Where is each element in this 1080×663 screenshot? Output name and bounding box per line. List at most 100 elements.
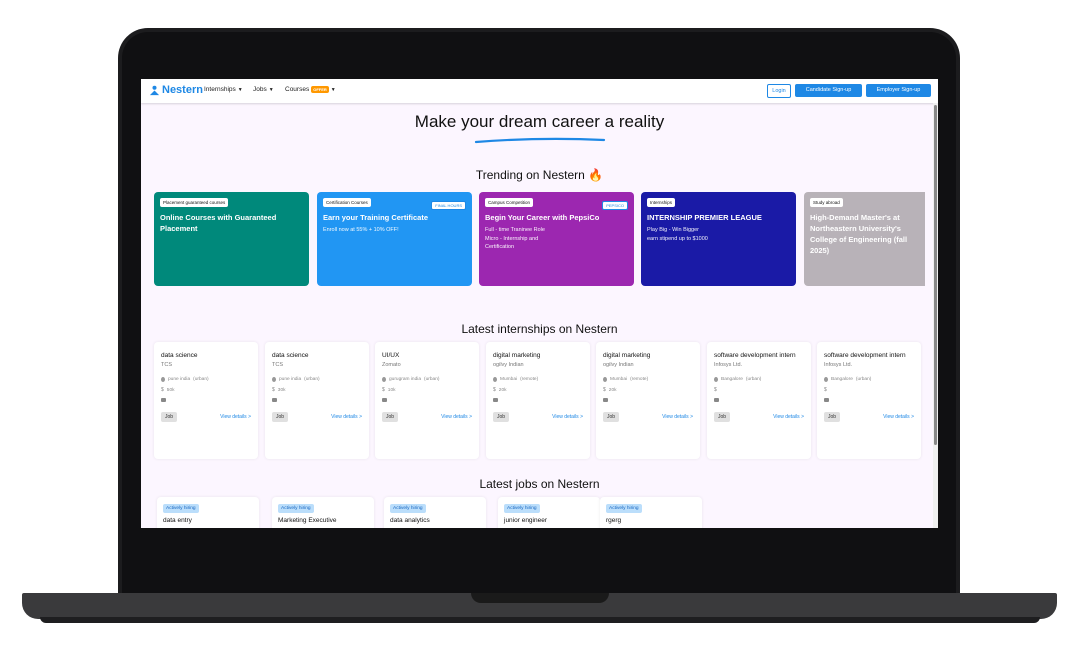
internship-card[interactable]: digital marketing ogilvy Indian Mumbai (… — [596, 342, 700, 459]
internship-mode: (remote) — [630, 377, 649, 382]
laptop-base-shadow — [40, 617, 1040, 623]
courses-offer-badge: OFFER — [311, 86, 329, 93]
job-tag: Job — [714, 412, 731, 422]
logo[interactable]: Nestern — [149, 84, 203, 96]
view-details-link[interactable]: View details > — [441, 414, 472, 420]
internship-role: software development intern — [714, 352, 796, 359]
internship-card[interactable]: data science TCS pune india (urban) $ 30… — [265, 342, 369, 459]
dollar-icon: $ — [603, 387, 606, 393]
location-pin-icon — [714, 377, 718, 382]
internship-role: UI/UX — [382, 352, 400, 359]
trending-card-badge: PEPSICO — [602, 201, 628, 210]
job-card[interactable]: Actively hiring Marketing Executive — [272, 497, 374, 528]
job-card[interactable]: Actively hiring junior engineer — [498, 497, 600, 528]
trending-card[interactable]: Certification Courses FINAL HOURS Earn y… — [317, 192, 472, 286]
top-navbar: Nestern Internships ▼ Jobs ▼ Courses OFF… — [141, 79, 938, 103]
internship-stipend-row: $ — [714, 387, 720, 393]
internship-location: Bangalore — [831, 377, 853, 382]
internship-stipend: 20k — [608, 387, 617, 393]
internship-mode: (remote) — [520, 377, 539, 382]
trending-card-tag: Study abroad — [810, 198, 843, 207]
internship-company: Infosys Ltd. — [714, 362, 743, 368]
scrollbar-thumb[interactable] — [934, 105, 937, 445]
trending-card[interactable]: Internships INTERNSHIP PREMIER LEAGUE Pl… — [641, 192, 796, 286]
job-tag: Job — [382, 412, 399, 422]
internship-type-row — [272, 398, 277, 402]
internship-card[interactable]: software development intern Infosys Ltd.… — [707, 342, 811, 459]
employer-signup-button[interactable]: Employer Sign-up — [866, 84, 931, 97]
actively-hiring-badge: Actively hiring — [278, 504, 314, 513]
view-details-link[interactable]: View details > — [552, 414, 583, 420]
dollar-icon: $ — [493, 387, 496, 393]
internship-location: Mumbai — [500, 377, 518, 382]
trending-card[interactable]: Campus Competition PEPSICO Begin Your Ca… — [479, 192, 634, 286]
dollar-icon: $ — [824, 387, 827, 393]
internship-type-row — [714, 398, 719, 402]
trending-card-tag: Placement guaranteed courses — [160, 198, 229, 207]
trending-card-title: High-Demand Master's at Northeastern Uni… — [810, 213, 908, 255]
location-pin-icon — [824, 377, 828, 382]
internship-company: Infosys Ltd. — [824, 362, 853, 368]
view-details-link[interactable]: View details > — [662, 414, 693, 420]
internship-type-row — [824, 398, 829, 402]
logo-text: Nestern — [162, 84, 203, 96]
actively-hiring-badge: Actively hiring — [504, 504, 540, 513]
job-tag: Job — [161, 412, 178, 422]
nav-courses[interactable]: Courses OFFER ▼ — [285, 86, 336, 93]
internship-type-row — [603, 398, 608, 402]
internship-mode: (urban) — [424, 377, 440, 382]
actively-hiring-badge: Actively hiring — [390, 504, 426, 513]
briefcase-icon — [603, 398, 608, 402]
internship-card[interactable]: digital marketing ogilvy Indian Mumbai (… — [486, 342, 590, 459]
actively-hiring-badge: Actively hiring — [163, 504, 199, 513]
internship-mode: (urban) — [745, 377, 762, 382]
candidate-signup-button[interactable]: Candidate Sign-up — [795, 84, 862, 97]
trending-card-subtitle: Enroll now at 55% + 10% OFF! — [323, 227, 399, 233]
internship-card[interactable]: UI/UX Zomato gurugram india (urban) $ 10… — [375, 342, 479, 459]
internship-stipend-row: $ 20k — [493, 387, 507, 393]
internship-location-row: Mumbai (remote) — [493, 377, 538, 382]
view-details-link[interactable]: View details > — [773, 414, 804, 420]
internship-location-row: pune india (urban) — [161, 377, 209, 382]
internship-company: ogilvy Indian — [493, 362, 524, 368]
internship-type-row — [493, 398, 498, 402]
view-details-link[interactable]: View details > — [883, 414, 914, 420]
internship-role: digital marketing — [603, 352, 651, 359]
briefcase-icon — [382, 398, 387, 402]
internship-role: digital marketing — [493, 352, 541, 359]
internship-card[interactable]: data science TCS pune india (urban) $ 50… — [154, 342, 258, 459]
job-title: junior engineer — [504, 517, 548, 524]
trending-card-tag: Internships — [647, 198, 676, 207]
briefcase-icon — [824, 398, 829, 402]
trending-card[interactable]: Placement guaranteed courses Online Cour… — [154, 192, 309, 286]
nav-courses-label: Courses — [285, 86, 310, 93]
dollar-icon: $ — [161, 387, 164, 393]
job-card[interactable]: Actively hiring data entry — [157, 497, 259, 528]
internship-role: data science — [272, 352, 309, 359]
nav-internships[interactable]: Internships ▼ — [204, 86, 243, 93]
internship-card[interactable]: software development intern Infosys Ltd.… — [817, 342, 921, 459]
internship-location-row: Bangalore (urban) — [824, 377, 871, 382]
nav-jobs[interactable]: Jobs ▼ — [253, 86, 274, 93]
internship-company: Zomato — [382, 362, 401, 368]
job-tag: Job — [603, 412, 620, 422]
job-card[interactable]: Actively hiring rgerg — [600, 497, 702, 528]
internship-mode: (urban) — [855, 377, 872, 382]
location-pin-icon — [382, 377, 386, 382]
view-details-link[interactable]: View details > — [220, 414, 251, 420]
internship-stipend-row: $ — [824, 387, 830, 393]
logo-icon — [149, 85, 160, 95]
nav-internships-label: Internships — [204, 86, 236, 93]
briefcase-icon — [272, 398, 277, 402]
browser-screen: Nestern Internships ▼ Jobs ▼ Courses OFF… — [141, 79, 938, 528]
job-title: data entry — [163, 517, 192, 524]
trending-card-badge: FINAL HOURS — [431, 201, 466, 210]
login-button[interactable]: Login — [767, 84, 791, 98]
job-card[interactable]: Actively hiring data analytics — [384, 497, 486, 528]
view-details-link[interactable]: View details > — [331, 414, 362, 420]
trending-card[interactable]: Study abroad High-Demand Master's at Nor… — [804, 192, 925, 286]
internships-title: Latest internships on Nestern — [461, 322, 618, 336]
internship-location: Mumbai — [610, 377, 628, 382]
caret-down-icon: ▼ — [330, 86, 336, 93]
internship-location: pune india — [168, 377, 191, 382]
